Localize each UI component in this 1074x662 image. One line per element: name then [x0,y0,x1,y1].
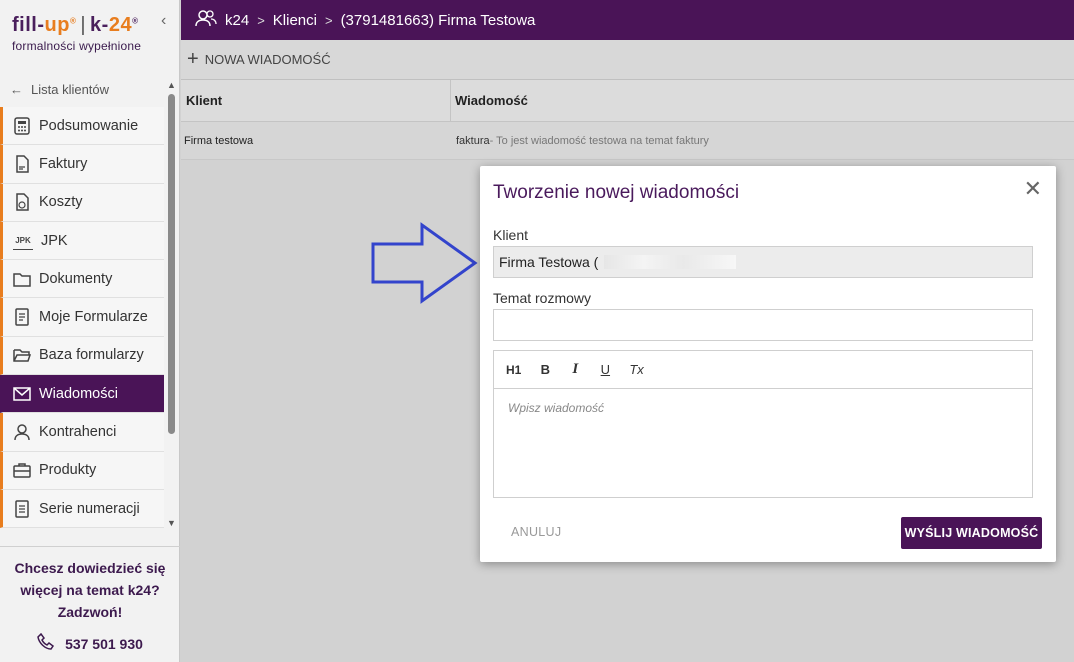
sidebar-item-jpk[interactable]: JPK JPK [0,221,164,261]
back-to-client-list[interactable]: ← Lista klientów [10,82,109,97]
table-header: Klient Wiadomość [181,80,1074,122]
sidebar-item-label: Wiadomości [39,385,118,402]
cell-message: faktura - To jest wiadomość testowa na t… [453,122,709,159]
new-message-button[interactable]: + NOWA WIADOMOŚĆ [187,48,331,71]
promo-line: więcej na temat k24? [20,582,160,598]
invoice-icon [13,155,31,173]
sidebar-item-faktury[interactable]: Faktury [0,145,164,184]
clients-group-icon [195,9,217,31]
clear-format-button[interactable]: Tx [629,362,643,377]
logo-24: 24 [108,14,133,36]
heading-button[interactable]: H1 [506,362,521,377]
italic-button[interactable]: I [569,361,581,378]
client-value: Firma Testowa ( [499,254,599,270]
promo-line: Chcesz dowiedzieć się [14,560,166,576]
sidebar-item-label: Faktury [39,155,88,172]
calculator-icon [13,116,31,135]
phone-icon [37,632,55,654]
sidebar-item-label: Moje Formularze [39,309,148,326]
arrow-left-icon: ← [10,82,23,97]
chevron-right-icon: > [257,12,265,28]
document-icon [13,499,31,518]
sidebar-item-kontrahenci[interactable]: Kontrahenci [0,413,164,452]
toolbar: + NOWA WIADOMOŚĆ [181,40,1074,80]
client-field: Firma Testowa ( [493,246,1033,278]
sidebar-item-label: Baza formularzy [39,347,144,364]
sidebar-item-label: JPK [41,232,68,249]
sidebar-item-label: Serie numeracji [39,500,140,517]
table-row[interactable]: Firma testowa faktura - To jest wiadomoś… [181,122,1074,160]
message-excerpt: - To jest wiadomość testowa na temat fak… [489,134,709,147]
column-header-message[interactable]: Wiadomość [451,80,1074,121]
message-editor: H1 B I U Tx Wpisz wiadomość [493,350,1033,498]
sidebar-item-produkty[interactable]: Produkty [0,451,164,490]
send-message-button[interactable]: WYŚLIJ WIADOMOŚĆ [901,517,1042,549]
sidebar-item-label: Dokumenty [39,270,113,287]
redacted-area [604,255,737,269]
annotation-arrow-icon [371,222,478,304]
logo-k: k- [90,14,109,36]
close-icon[interactable]: ✕ [1024,178,1042,200]
sidebar-item-dokumenty[interactable]: Dokumenty [0,260,164,299]
underline-button[interactable]: U [599,362,611,377]
sidebar-item-label: Produkty [39,462,97,479]
promo-phone[interactable]: 537 501 930 [0,632,180,654]
sidebar: fill-up® | k-24® formalności wypełnione ‹ … [0,0,180,662]
breadcrumb-client: (3791481663) Firma Testowa [340,11,536,29]
promo-box: Chcesz dowiedzieć się więcej na temat k2… [0,546,180,662]
logo-tagline: formalności wypełnione [12,39,142,53]
logo-fill: fill- [12,14,45,36]
cell-client: Firma testowa [184,134,254,147]
scroll-down-icon[interactable]: ▼ [167,518,176,528]
folder-icon [13,270,31,288]
sidebar-item-podsumowanie[interactable]: Podsumowanie [0,107,164,146]
sidebar-item-serie-numeracji[interactable]: Serie numeracji [0,489,164,529]
bold-button[interactable]: B [539,362,551,377]
chevron-right-icon: > [324,12,333,28]
topic-label: Temat rozmowy [493,290,592,306]
briefcase-icon [13,461,31,479]
sidebar-menu: Podsumowanie Faktury Koszty JPK JPK Doku… [0,107,164,529]
cancel-button[interactable]: ANULUJ [511,525,561,539]
scroll-thumb[interactable] [168,94,175,434]
message-text-area[interactable]: Wpisz wiadomość [494,389,1032,497]
mail-icon [13,385,31,403]
scroll-up-icon[interactable]: ▲ [167,80,176,90]
sidebar-item-label: Podsumowanie [39,117,139,134]
topbar: k24 > Klienci > (3791481663) Firma Testo… [181,0,1074,40]
plus-icon: + [187,48,199,70]
breadcrumb-klienci[interactable]: Klienci [273,12,317,29]
phone-number: 537 501 930 [65,635,143,652]
promo-line: Zadzwoń! [57,604,123,620]
sidebar-scrollbar[interactable]: ▲ ▼ [166,80,177,532]
new-message-label: NOWA WIADOMOŚĆ [204,52,331,67]
person-icon [13,423,31,441]
new-message-dialog: Tworzenie nowej wiadomości ✕ Klient Firm… [480,166,1056,562]
dialog-title: Tworzenie nowej wiadomości [493,182,740,203]
collapse-sidebar-icon[interactable]: ‹ [161,12,166,30]
sidebar-item-moje-formularze[interactable]: Moje Formularze [0,298,164,337]
client-label: Klient [493,227,529,243]
costs-icon [13,193,31,211]
logo: fill-up® | k-24® formalności wypełnione [12,14,162,64]
editor-toolbar: H1 B I U Tx [494,351,1032,389]
sidebar-item-koszty[interactable]: Koszty [0,183,164,222]
back-label: Lista klientów [31,82,110,97]
column-header-client[interactable]: Klient [181,80,451,121]
sidebar-item-label: Kontrahenci [39,424,117,441]
message-topic: faktura [456,134,490,147]
jpk-icon: JPK [13,232,33,250]
form-icon [13,308,31,326]
logo-up: up [44,14,70,36]
sidebar-item-baza-formularzy[interactable]: Baza formularzy [0,336,164,376]
heading-label: H1 [506,363,522,377]
folder-open-icon [13,346,31,364]
sidebar-item-wiadomosci[interactable]: Wiadomości [0,375,164,414]
messages-table: Klient Wiadomość Firma testowa faktura -… [181,80,1074,160]
breadcrumb-k24[interactable]: k24 [225,12,249,29]
topic-input[interactable] [493,309,1033,341]
sidebar-item-label: Koszty [39,194,83,211]
